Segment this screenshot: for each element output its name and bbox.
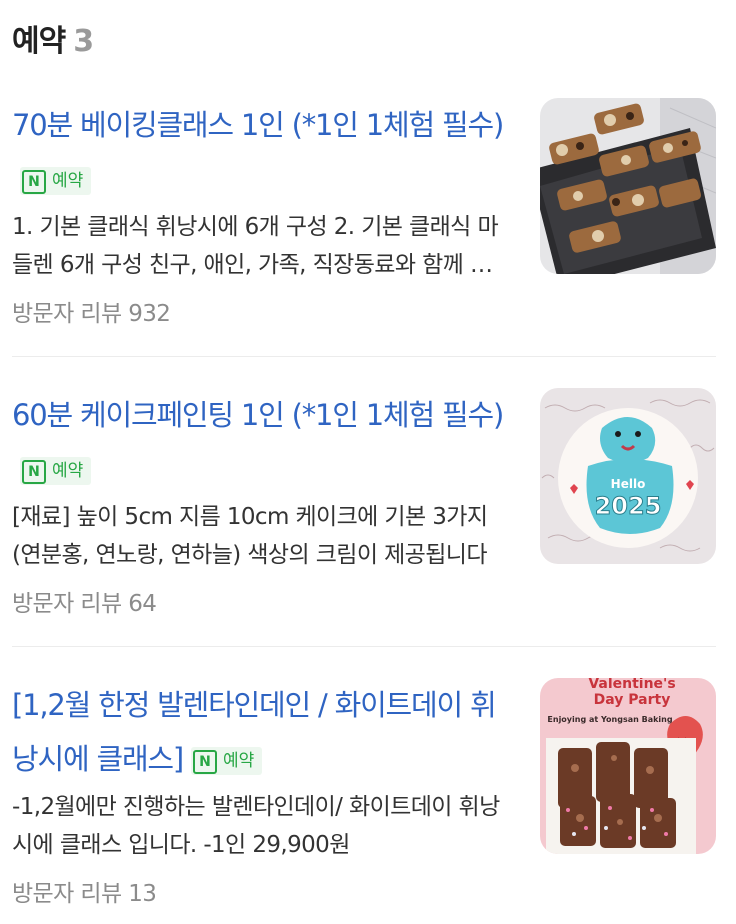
item-description: -1,2월에만 진행하는 발렌타인데이/ 화이트데이 휘낭시에 클래스 입니다.…	[12, 794, 500, 858]
svg-text:Hello: Hello	[611, 477, 646, 491]
item-text: [1,2월 한정 발렌타인데인 / 화이트데이 휘낭시에 클래스] N 예약 -1,…	[12, 678, 512, 908]
item-description: 1. 기본 클래식 휘낭시에 6개 구성 2. 기본 클래식 마들렌 6개 구성…	[12, 214, 512, 278]
naver-icon: N	[193, 750, 218, 774]
item-thumbnail[interactable]: Valentine's Day Party Enjoying at Yongsa…	[540, 678, 716, 854]
painted-cake-image: Hello 2025	[540, 388, 716, 564]
baked-financiers-image	[540, 98, 716, 274]
valentine-financiers-image: Valentine's Day Party Enjoying at Yongsa…	[540, 678, 716, 854]
item-title[interactable]: 70분 베이킹클래스 1인 (*1인 1체험 필수) N 예약	[12, 98, 512, 206]
reservation-badge: N 예약	[191, 747, 263, 775]
badge-label: 예약	[223, 751, 255, 771]
list-item[interactable]: 60분 케이크페인팅 1인 (*1인 1체험 필수) N 예약 [재료] 높이 5c…	[12, 388, 716, 628]
item-description: [재료] 높이 5cm 지름 10cm 케이크에 기본 3가지(연분홍, 연노랑…	[12, 504, 488, 568]
section-title: 예약	[12, 24, 66, 59]
item-thumbnail[interactable]: Hello 2025	[540, 388, 716, 564]
image-caption-line1: Valentine's	[588, 678, 675, 692]
list-item[interactable]: 70분 베이킹클래스 1인 (*1인 1체험 필수) N 예약 1. 기본 클래식 …	[12, 98, 716, 338]
reservation-badge: N 예약	[20, 167, 92, 195]
item-text: 60분 케이크페인팅 1인 (*1인 1체험 필수) N 예약 [재료] 높이 5c…	[12, 388, 512, 618]
list-item[interactable]: [1,2월 한정 발렌타인데인 / 화이트데이 휘낭시에 클래스] N 예약 -1,…	[12, 678, 716, 918]
svg-text:2025: 2025	[595, 492, 662, 520]
badge-label: 예약	[52, 171, 84, 191]
naver-icon: N	[22, 460, 46, 484]
divider	[12, 356, 716, 357]
item-title-link[interactable]: 60분 케이크페인팅 1인 (*1인 1체험 필수)	[12, 398, 504, 432]
divider	[12, 646, 716, 647]
item-review-count[interactable]: 방문자 리뷰 13	[12, 874, 512, 908]
item-title[interactable]: 60분 케이크페인팅 1인 (*1인 1체험 필수) N 예약	[12, 388, 512, 496]
item-title-link[interactable]: 70분 베이킹클래스 1인 (*1인 1체험 필수)	[12, 108, 504, 142]
image-caption-line3: Enjoying at Yongsan Baking	[547, 715, 672, 724]
reservation-badge: N 예약	[20, 457, 92, 485]
item-review-count[interactable]: 방문자 리뷰 932	[12, 294, 512, 328]
badge-label: 예약	[52, 461, 84, 481]
item-text: 70분 베이킹클래스 1인 (*1인 1체험 필수) N 예약 1. 기본 클래식 …	[12, 98, 512, 328]
item-review-count[interactable]: 방문자 리뷰 64	[12, 584, 512, 618]
image-caption-line2: Day Party	[594, 692, 671, 708]
naver-icon: N	[22, 170, 46, 194]
section-count: 3	[73, 24, 94, 59]
item-thumbnail[interactable]	[540, 98, 716, 274]
section-header: 예약 3	[12, 22, 94, 62]
item-title[interactable]: [1,2월 한정 발렌타인데인 / 화이트데이 휘낭시에 클래스] N 예약	[12, 678, 512, 786]
